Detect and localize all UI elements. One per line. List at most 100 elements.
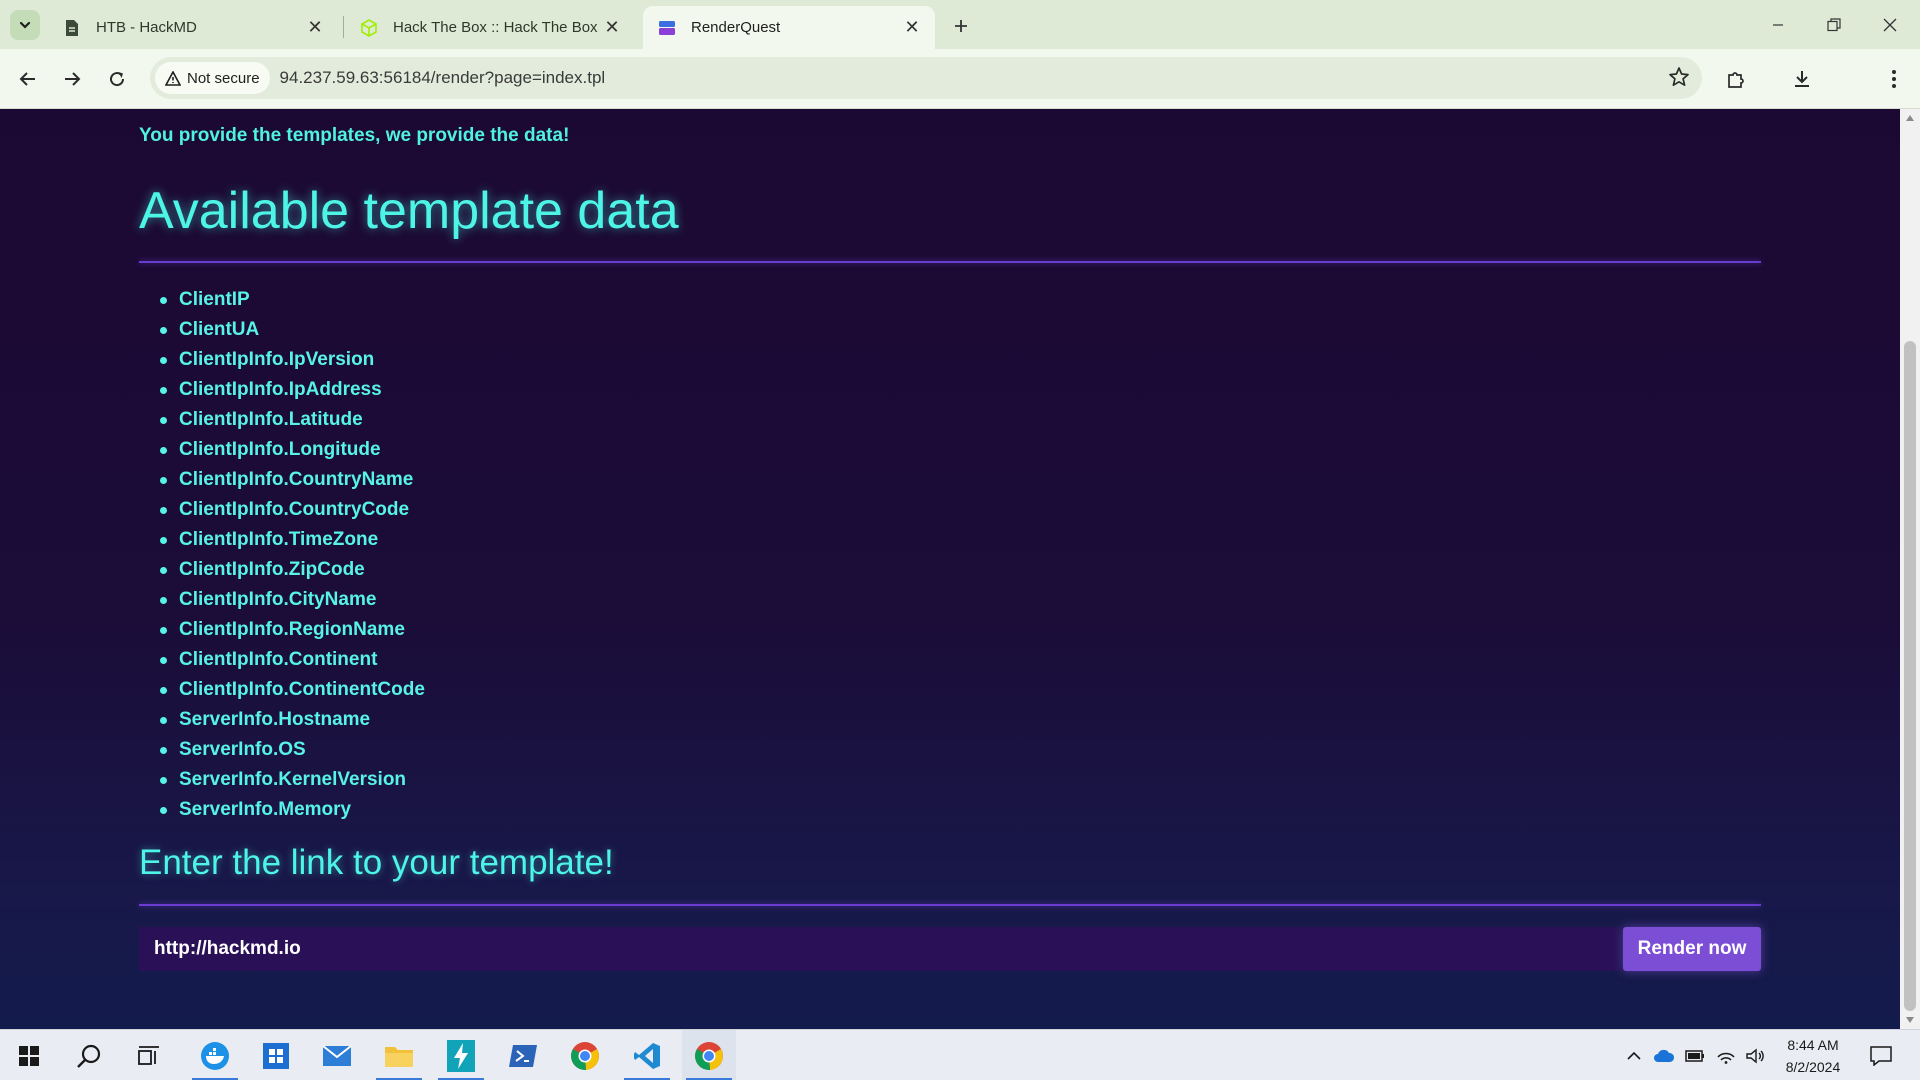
template-field-label: ClientUA bbox=[179, 319, 260, 340]
url-text[interactable]: 94.237.59.63:56184/render?page=index.tpl bbox=[280, 68, 606, 88]
bullet-icon bbox=[160, 656, 167, 664]
bullet-icon bbox=[160, 416, 167, 424]
task-view-icon bbox=[138, 1045, 159, 1065]
arrow-left-icon bbox=[19, 72, 35, 86]
close-icon[interactable]: ✕ bbox=[304, 17, 326, 39]
start-button[interactable] bbox=[2, 1030, 56, 1080]
taskbar-burp-app[interactable] bbox=[434, 1030, 488, 1080]
template-field-label: ClientIP bbox=[179, 289, 250, 310]
page-scrollbar[interactable] bbox=[1900, 109, 1920, 1029]
bullet-icon bbox=[160, 326, 167, 334]
bullet-icon bbox=[160, 536, 167, 544]
scroll-up-arrow-icon[interactable] bbox=[1906, 115, 1914, 121]
system-clock[interactable]: 8:44 AM 8/2/2024 bbox=[1770, 1034, 1856, 1078]
notification-icon bbox=[1870, 1045, 1892, 1066]
clock-date: 8/2/2024 bbox=[1785, 1059, 1841, 1075]
bookmark-star-icon[interactable] bbox=[1668, 66, 1690, 92]
template-field-label: ServerInfo.KernelVersion bbox=[179, 769, 407, 790]
tab-title: Hack The Box :: Hack The Box bbox=[393, 19, 598, 36]
arrow-right-icon bbox=[65, 72, 81, 86]
vscode-icon bbox=[634, 1042, 660, 1069]
tab-hack-the-box[interactable]: Hack The Box :: Hack The Box ✕ bbox=[345, 6, 635, 49]
mail-icon bbox=[322, 1044, 352, 1066]
restore-button[interactable] bbox=[1806, 0, 1862, 49]
battery-icon bbox=[1685, 1049, 1704, 1062]
template-url-input[interactable] bbox=[139, 927, 1619, 971]
taskbar-app-store[interactable] bbox=[249, 1030, 303, 1080]
volume-tray[interactable] bbox=[1742, 1030, 1768, 1080]
tab-search-button[interactable] bbox=[10, 10, 40, 40]
os-taskbar: 8:44 AM 8/2/2024 bbox=[0, 1029, 1920, 1080]
scroll-down-arrow-icon[interactable] bbox=[1906, 1017, 1914, 1023]
bullet-icon bbox=[160, 746, 167, 754]
onedrive-tray[interactable] bbox=[1651, 1030, 1677, 1080]
extensions-button[interactable] bbox=[1720, 63, 1752, 95]
forward-button[interactable] bbox=[56, 63, 88, 95]
template-field-item: ClientIpInfo.IpVersion bbox=[139, 345, 425, 375]
taskbar-file-explorer[interactable] bbox=[372, 1030, 426, 1080]
task-view-button[interactable] bbox=[122, 1030, 176, 1080]
network-tray[interactable] bbox=[1713, 1030, 1739, 1080]
wifi-icon bbox=[1717, 1052, 1735, 1064]
htb-cube-icon bbox=[359, 18, 379, 38]
template-field-label: ClientIpInfo.Latitude bbox=[179, 409, 363, 430]
template-field-item: ClientIpInfo.Continent bbox=[139, 645, 425, 675]
bullet-icon bbox=[160, 446, 167, 454]
render-now-button[interactable]: Render now bbox=[1623, 927, 1761, 971]
taskbar-chrome[interactable] bbox=[558, 1030, 612, 1080]
bullet-icon bbox=[160, 296, 167, 304]
template-field-item: ClientIP bbox=[139, 285, 425, 315]
reload-button[interactable] bbox=[101, 63, 133, 95]
folder-icon bbox=[385, 1046, 413, 1067]
docker-icon bbox=[201, 1041, 229, 1070]
search-button[interactable] bbox=[62, 1030, 116, 1080]
template-field-item: ClientIpInfo.ZipCode bbox=[139, 555, 425, 585]
search-icon bbox=[77, 1044, 101, 1068]
close-icon[interactable]: ✕ bbox=[901, 17, 923, 39]
bullet-icon bbox=[160, 626, 167, 634]
chrome-icon bbox=[571, 1041, 599, 1070]
taskbar-chrome-active[interactable] bbox=[682, 1030, 736, 1080]
template-field-item: ClientIpInfo.IpAddress bbox=[139, 375, 425, 405]
template-field-item: ServerInfo.Hostname bbox=[139, 705, 425, 735]
back-button[interactable] bbox=[12, 63, 44, 95]
taskbar-vscode[interactable] bbox=[620, 1030, 674, 1080]
tab-title: RenderQuest bbox=[691, 19, 781, 36]
tab-renderquest[interactable]: RenderQuest ✕ bbox=[643, 6, 935, 49]
show-hidden-icons-button[interactable] bbox=[1622, 1030, 1646, 1080]
site-security-chip[interactable]: Not secure bbox=[155, 62, 270, 94]
address-bar[interactable]: Not secure 94.237.59.63:56184/render?pag… bbox=[150, 57, 1702, 99]
notifications-button[interactable] bbox=[1866, 1030, 1896, 1080]
tab-htb-hackmd[interactable]: HTB - HackMD ✕ bbox=[48, 6, 338, 49]
close-icon bbox=[1883, 18, 1897, 31]
page-heading: Available template data bbox=[139, 182, 679, 240]
taskbar-mail[interactable] bbox=[310, 1030, 364, 1080]
bullet-icon bbox=[160, 806, 167, 814]
puzzle-icon bbox=[1728, 72, 1744, 88]
taskbar-docker[interactable] bbox=[188, 1030, 242, 1080]
downloads-button[interactable] bbox=[1786, 63, 1818, 95]
restore-icon bbox=[1827, 17, 1841, 31]
bullet-icon bbox=[160, 776, 167, 784]
new-tab-button[interactable] bbox=[947, 12, 975, 40]
template-field-item: ClientIpInfo.CountryName bbox=[139, 465, 425, 495]
template-field-item: ClientUA bbox=[139, 315, 425, 345]
bullet-icon bbox=[160, 506, 167, 514]
chevron-down-icon bbox=[19, 21, 31, 29]
scrollbar-thumb[interactable] bbox=[1904, 341, 1916, 1011]
minimize-button[interactable] bbox=[1750, 0, 1806, 49]
close-icon[interactable]: ✕ bbox=[601, 17, 623, 39]
template-link-heading: Enter the link to your template! bbox=[139, 843, 614, 882]
close-window-button[interactable] bbox=[1862, 0, 1918, 49]
template-field-label: ClientIpInfo.IpVersion bbox=[179, 349, 375, 370]
bullet-icon bbox=[160, 686, 167, 694]
battery-tray[interactable] bbox=[1682, 1030, 1708, 1080]
document-icon bbox=[62, 18, 82, 38]
browser-menu-button[interactable] bbox=[1878, 63, 1910, 95]
bullet-icon bbox=[160, 716, 167, 724]
template-data-list: ClientIP ClientUA ClientIpInfo.IpVersion Cl… bbox=[139, 285, 425, 825]
warning-icon bbox=[165, 70, 181, 86]
tab-strip: HTB - HackMD ✕ Hack The Box :: Hack The … bbox=[0, 0, 1920, 49]
taskbar-powershell[interactable] bbox=[496, 1030, 550, 1080]
plus-icon bbox=[955, 20, 967, 32]
